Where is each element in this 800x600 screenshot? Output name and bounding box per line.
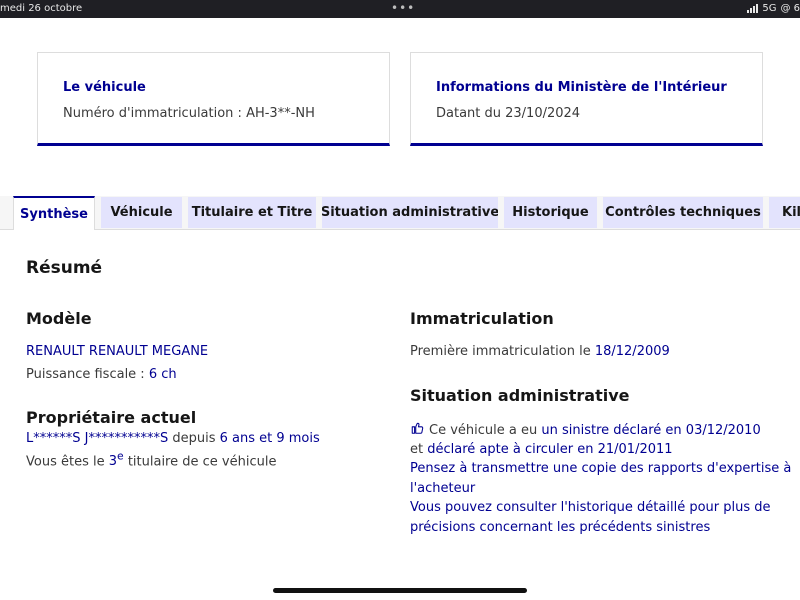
claim-link[interactable]: un sinistre déclaré en 03/12/2010 [541, 423, 760, 438]
home-indicator[interactable] [273, 588, 527, 593]
thumbs-up-icon [411, 422, 424, 434]
owner-name: L******S J***********S [26, 431, 169, 446]
roadworthy-line: et déclaré apte à circuler en 21/01/2011 [410, 442, 673, 457]
status-extra: @ 6 [780, 3, 800, 14]
first-registration-date: 18/12/2009 [594, 344, 670, 359]
owner-duration: 6 ans et 9 mois [219, 431, 320, 446]
tab-synthese[interactable]: Synthèse [13, 196, 95, 230]
owner-line: L******S J***********S depuis 6 ans et 9… [26, 431, 320, 446]
roadworthy-link[interactable]: déclaré apte à circuler en 21/01/2011 [427, 442, 672, 457]
network-label: 5G [762, 3, 777, 14]
status-date: medi 26 octobre [0, 3, 83, 14]
vehicle-card-title: Le véhicule [63, 80, 146, 95]
fiscal-power: Puissance fiscale : 6 ch [26, 367, 177, 382]
tab-controles-techniques[interactable]: Contrôles techniques [603, 197, 763, 228]
signal-icon [747, 4, 759, 13]
tab-situation-administrative[interactable]: Situation administrative [322, 197, 498, 228]
admin-heading: Situation administrative [410, 386, 630, 405]
tab-titulaire-titre[interactable]: Titulaire et Titre [188, 197, 316, 228]
multitasking-dots-icon[interactable]: ••• [391, 1, 415, 15]
tab-vehicule[interactable]: Véhicule [101, 197, 182, 228]
registration-number: Numéro d'immatriculation : AH-3**-NH [63, 106, 315, 121]
vehicle-card: Le véhicule Numéro d'immatriculation : A… [37, 52, 390, 146]
advice-expertise-2[interactable]: l'acheteur [410, 481, 475, 496]
advice-history-2[interactable]: précisions concernant les précédents sin… [410, 520, 710, 535]
tab-historique[interactable]: Historique [504, 197, 597, 228]
model-heading: Modèle [26, 309, 92, 328]
status-bar: medi 26 octobre ••• 5G @ 6 [0, 0, 800, 18]
fiscal-power-value: 6 ch [148, 367, 177, 382]
model-name: RENAULT RENAULT MEGANE [26, 344, 209, 359]
owner-rank-number: 3e [108, 450, 124, 470]
registration-heading: Immatriculation [410, 309, 554, 328]
ministry-date: Datant du 23/10/2024 [436, 106, 581, 121]
tab-kilometrage[interactable]: Kilo [769, 197, 800, 228]
advice-history-1[interactable]: Vous pouvez consulter l'historique détai… [410, 500, 771, 515]
claim-line: Ce véhicule a eu un sinistre déclaré en … [410, 421, 761, 438]
advice-expertise-1[interactable]: Pensez à transmettre une copie des rappo… [410, 461, 791, 476]
owner-rank: Vous êtes le 3e titulaire de ce véhicule [26, 450, 277, 470]
first-registration: Première immatriculation le 18/12/2009 [410, 344, 670, 359]
ministry-card-title: Informations du Ministère de l'Intérieur [436, 80, 727, 95]
status-right: 5G @ 6 [747, 3, 800, 14]
synthese-panel: Résumé Modèle RENAULT RENAULT MEGANE Pui… [0, 229, 800, 600]
owner-heading: Propriétaire actuel [26, 408, 197, 427]
summary-title: Résumé [26, 258, 103, 278]
ministry-card: Informations du Ministère de l'Intérieur… [410, 52, 763, 146]
tab-bar: Synthèse Véhicule Titulaire et Titre Sit… [0, 196, 800, 230]
